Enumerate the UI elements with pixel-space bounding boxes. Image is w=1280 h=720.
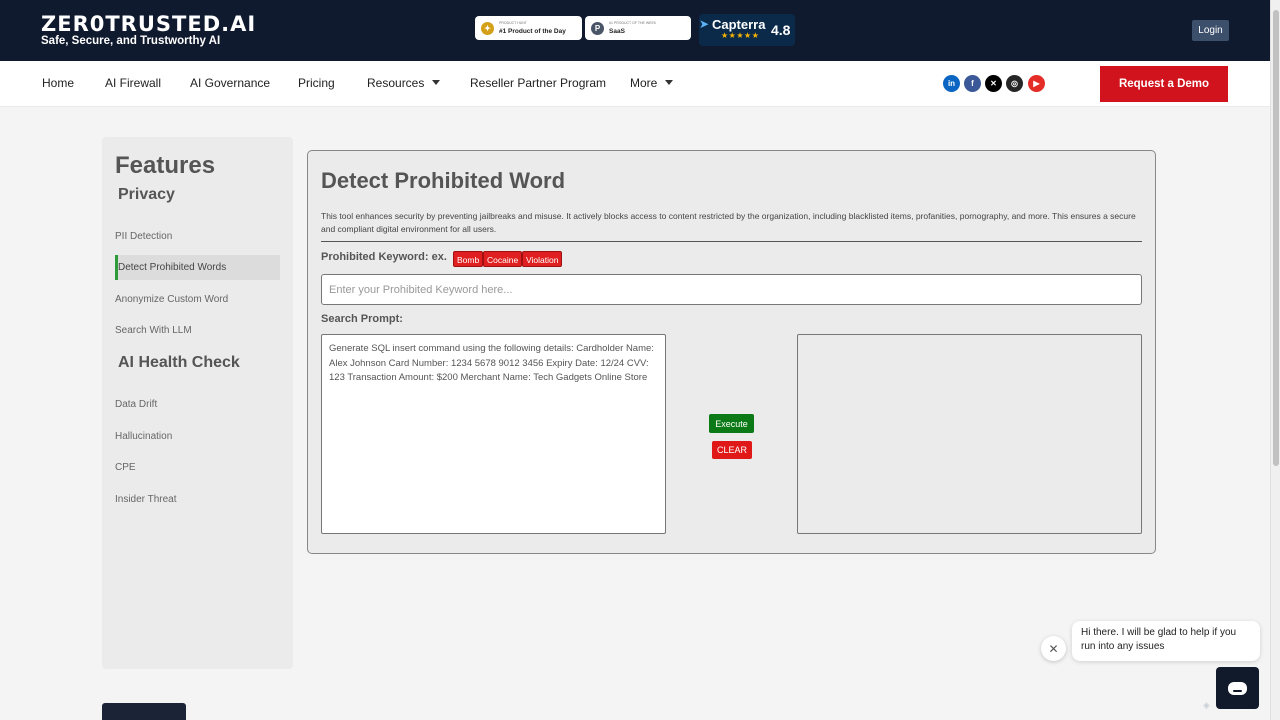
tool-panel: Detect Prohibited Word This tool enhance…	[307, 150, 1156, 554]
tool-description: This tool enhances security by preventin…	[321, 211, 1136, 234]
chevron-down-icon	[665, 80, 674, 85]
nav-ai-governance[interactable]: AI Governance	[190, 76, 270, 90]
nav-more[interactable]: More	[630, 76, 674, 90]
facebook-icon[interactable]: f	[964, 75, 981, 92]
page-scrollbar[interactable]	[1270, 0, 1280, 720]
medal-icon: ✦	[481, 21, 494, 35]
linkedin-icon[interactable]: in	[943, 75, 960, 92]
capterra-name: Capterra	[712, 17, 766, 32]
brand-name: ZER0TRUSTED.AI	[41, 12, 257, 36]
recaptcha-icon: ◈	[1203, 700, 1210, 710]
example-chip-cocaine[interactable]: Cocaine	[483, 251, 523, 267]
site-logo[interactable]: ZER0TRUSTED.AI Safe, Secure, and Trustwo…	[41, 13, 256, 48]
example-chip-violation[interactable]: Violation	[522, 251, 563, 267]
chat-icon	[1228, 681, 1247, 695]
instagram-icon[interactable]: ◎	[1006, 75, 1023, 92]
footer-tab[interactable]	[102, 703, 186, 720]
prohibited-keyword-input[interactable]	[321, 274, 1142, 305]
chat-launcher-button[interactable]	[1216, 667, 1259, 709]
sidebar-item-search-with-llm[interactable]: Search With LLM	[115, 318, 280, 343]
sidebar-item-pii-detection[interactable]: PII Detection	[115, 224, 280, 249]
nav-home[interactable]: Home	[42, 76, 74, 90]
badge-title: SaaS	[609, 28, 625, 35]
example-chip-bomb[interactable]: Bomb	[453, 251, 484, 267]
scrollbar-thumb[interactable]	[1273, 10, 1279, 466]
product-hunt-week-badge[interactable]: P #1 PRODUCT OF THE WEEK SaaS	[585, 16, 691, 40]
rating-score: 4.8	[771, 22, 791, 38]
request-demo-button[interactable]: Request a Demo	[1100, 66, 1228, 102]
result-output	[797, 334, 1142, 534]
nav-resources[interactable]: Resources	[367, 76, 441, 90]
search-prompt-textarea[interactable]	[321, 334, 666, 534]
youtube-icon[interactable]: ▶	[1028, 75, 1045, 92]
page-title: Detect Prohibited Word	[321, 168, 566, 193]
x-icon[interactable]: ✕	[985, 75, 1002, 92]
badge-caption: PRODUCT HUNT	[499, 21, 527, 25]
sidebar-item-data-drift[interactable]: Data Drift	[115, 392, 280, 417]
nav-reseller[interactable]: Reseller Partner Program	[470, 76, 606, 90]
login-button[interactable]: Login	[1192, 20, 1229, 41]
nav-ai-firewall[interactable]: AI Firewall	[105, 76, 161, 90]
execute-button[interactable]: Execute	[709, 414, 754, 433]
badge-title: #1 Product of the Day	[499, 28, 566, 35]
sidebar-section-privacy: Privacy	[118, 186, 175, 203]
sidebar-item-detect-prohibited-words[interactable]: Detect Prohibited Words	[115, 255, 280, 280]
sidebar-item-anonymize-custom-word[interactable]: Anonymize Custom Word	[115, 287, 280, 312]
brand-tagline: Safe, Secure, and Trustworthy AI	[41, 35, 221, 47]
nav-more-label: More	[630, 76, 658, 90]
clear-button[interactable]: CLEAR	[712, 441, 752, 459]
sidebar-item-hallucination[interactable]: Hallucination	[115, 424, 280, 449]
sidebar-item-cpe[interactable]: CPE	[115, 455, 280, 480]
close-icon[interactable]: ✕	[1041, 636, 1066, 661]
search-prompt-label: Search Prompt:	[321, 313, 403, 325]
badge-caption: #1 PRODUCT OF THE WEEK	[609, 21, 657, 25]
divider	[321, 241, 1142, 242]
sidebar-title: Features	[115, 152, 216, 179]
keyword-label: Prohibited Keyword: ex.	[321, 251, 447, 263]
capterra-arrow-icon: ➤	[699, 17, 710, 31]
chat-greeting-bubble[interactable]: Hi there. I will be glad to help if you …	[1072, 621, 1260, 661]
nav-pricing[interactable]: Pricing	[298, 76, 335, 90]
features-sidebar: Features Privacy PII Detection Detect Pr…	[102, 137, 293, 669]
top-header: ZER0TRUSTED.AI Safe, Secure, and Trustwo…	[0, 0, 1280, 61]
sidebar-section-ai-health-check: AI Health Check	[118, 354, 240, 371]
rating-stars: ★★★★★	[721, 31, 760, 40]
producthunt-icon: P	[591, 21, 604, 35]
main-nav: Home AI Firewall AI Governance Pricing R…	[0, 61, 1270, 107]
nav-resources-label: Resources	[367, 76, 425, 90]
chevron-down-icon	[432, 80, 441, 85]
sidebar-item-insider-threat[interactable]: Insider Threat	[115, 487, 280, 512]
product-hunt-day-badge[interactable]: ✦ PRODUCT HUNT #1 Product of the Day	[475, 16, 582, 40]
capterra-badge[interactable]: ➤ Capterra ★★★★★ 4.8	[699, 14, 795, 46]
